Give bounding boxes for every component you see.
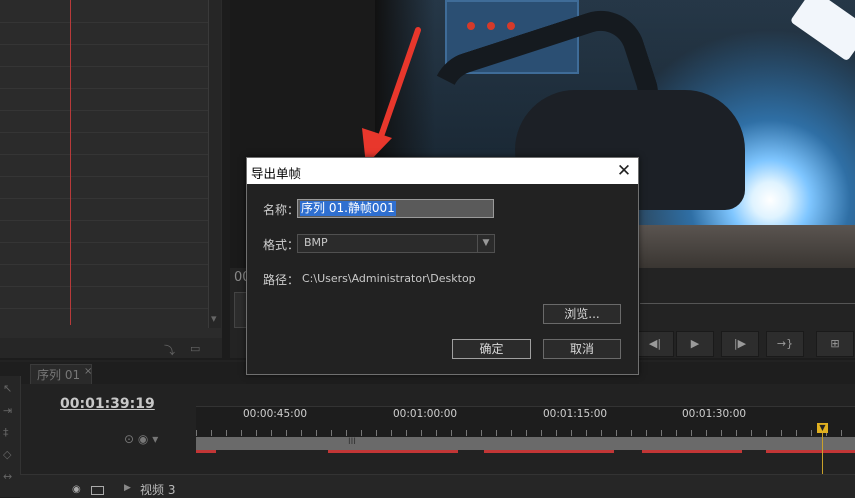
timeline-timecode[interactable]: 00:01:39:19 bbox=[60, 396, 155, 412]
ruler-label: 00:01:00:00 bbox=[393, 408, 458, 420]
machine-light bbox=[507, 22, 515, 30]
step-back-icon[interactable]: ◀| bbox=[636, 331, 674, 357]
work-area-bar[interactable] bbox=[196, 437, 855, 450]
ruler-label: 00:00:45:00 bbox=[243, 408, 308, 420]
track-name: 视频 3 bbox=[140, 483, 176, 497]
render-segment bbox=[642, 450, 742, 453]
machine-light bbox=[487, 22, 495, 30]
panel-row-divider bbox=[0, 220, 208, 221]
overwrite-icon[interactable]: ▭ bbox=[190, 342, 200, 355]
panel-row-divider bbox=[0, 176, 208, 177]
render-segment bbox=[484, 450, 614, 453]
panel-row-divider bbox=[0, 132, 208, 133]
eye-icon[interactable]: ◉ bbox=[72, 484, 81, 495]
project-panel bbox=[0, 0, 222, 358]
monitor-time-ruler[interactable] bbox=[640, 303, 855, 310]
play-icon[interactable]: ▶ bbox=[676, 331, 714, 357]
tab-sequence-01[interactable]: 序列 01 bbox=[30, 364, 92, 384]
panel-row-divider bbox=[0, 110, 208, 111]
razor-tool-icon[interactable]: ◇ bbox=[3, 448, 11, 461]
playhead-icon[interactable]: ▼ bbox=[817, 423, 828, 433]
ok-button[interactable]: 确定 bbox=[452, 339, 531, 359]
path-value: C:\Users\Administrator\Desktop bbox=[302, 272, 476, 285]
name-label: 名称： bbox=[263, 203, 300, 217]
film-icon[interactable] bbox=[91, 486, 104, 495]
name-value: 序列 01.静帧001 bbox=[300, 201, 396, 216]
selection-tool-icon[interactable]: ↖ bbox=[3, 382, 12, 395]
render-status-bar bbox=[196, 450, 855, 454]
ruler-ticks bbox=[196, 430, 855, 436]
ripple-edit-icon[interactable]: ‡ bbox=[3, 426, 9, 439]
scroll-down-icon[interactable]: ▾ bbox=[211, 312, 217, 325]
shuttle-icon[interactable]: →} bbox=[766, 331, 804, 357]
timeline-controls: ⊙ ◉ ▾ bbox=[124, 432, 158, 446]
browse-button[interactable]: 浏览... bbox=[543, 304, 621, 324]
tools-panel: ↖ ⇥ ‡ ◇ ↔ bbox=[0, 376, 21, 497]
format-select[interactable]: BMP ▼ bbox=[297, 234, 495, 253]
panel-row-divider bbox=[0, 22, 208, 23]
snap-icon[interactable]: ⊙ bbox=[124, 432, 134, 446]
marker-icon[interactable]: ▾ bbox=[152, 432, 158, 446]
panel-row-divider bbox=[0, 66, 208, 67]
panel-row-divider bbox=[0, 44, 208, 45]
dropdown-arrow-icon[interactable]: ▼ bbox=[477, 235, 494, 252]
dialog-titlebar[interactable]: 导出单帧 ✕ bbox=[247, 158, 638, 184]
panel-row-divider bbox=[0, 198, 208, 199]
panel-row-divider bbox=[0, 264, 208, 265]
vertical-scrollbar[interactable]: ▾ bbox=[208, 0, 221, 328]
dialog-title: 导出单帧 bbox=[251, 166, 302, 181]
ruler-label: 00:01:30:00 bbox=[682, 408, 747, 420]
render-segment bbox=[766, 450, 855, 453]
machine-light bbox=[467, 22, 475, 30]
ruler-label: 00:01:15:00 bbox=[543, 408, 608, 420]
format-value: BMP bbox=[304, 236, 328, 249]
name-input[interactable]: 序列 01.静帧001 bbox=[297, 199, 494, 218]
panel-row-divider bbox=[0, 88, 208, 89]
render-segment bbox=[328, 450, 458, 453]
panel-row-divider bbox=[0, 242, 208, 243]
panel-row-divider bbox=[0, 286, 208, 287]
close-icon[interactable]: ✕ bbox=[612, 159, 636, 183]
linked-selection-icon[interactable]: ◉ bbox=[138, 432, 148, 446]
cancel-button[interactable]: 取消 bbox=[543, 339, 621, 359]
panel-row-divider bbox=[0, 308, 208, 309]
transport-controls: ◀| ▶ |▶ →} ⊞ bbox=[630, 331, 855, 357]
panel-row-divider bbox=[0, 154, 208, 155]
track-expand-icon[interactable]: ▶ bbox=[124, 483, 131, 493]
slip-tool-icon[interactable]: ↔ bbox=[3, 470, 12, 483]
panel-footer: ⤵ ▭ bbox=[0, 338, 222, 358]
work-area-grip-icon[interactable]: III bbox=[348, 437, 356, 447]
export-frame-dialog: 导出单帧 ✕ 名称： 序列 01.静帧001 格式： BMP ▼ 路径： C:\… bbox=[246, 157, 639, 375]
path-label: 路径： bbox=[263, 273, 300, 287]
source-playhead-line bbox=[70, 0, 71, 325]
track-select-icon[interactable]: ⇥ bbox=[3, 404, 12, 417]
insert-icon[interactable]: ⤵ bbox=[164, 342, 175, 358]
export-frame-icon[interactable]: ⊞ bbox=[816, 331, 854, 357]
close-icon[interactable]: × bbox=[84, 366, 92, 377]
format-label: 格式： bbox=[263, 238, 300, 252]
render-segment bbox=[196, 450, 216, 453]
step-forward-icon[interactable]: |▶ bbox=[721, 331, 759, 357]
